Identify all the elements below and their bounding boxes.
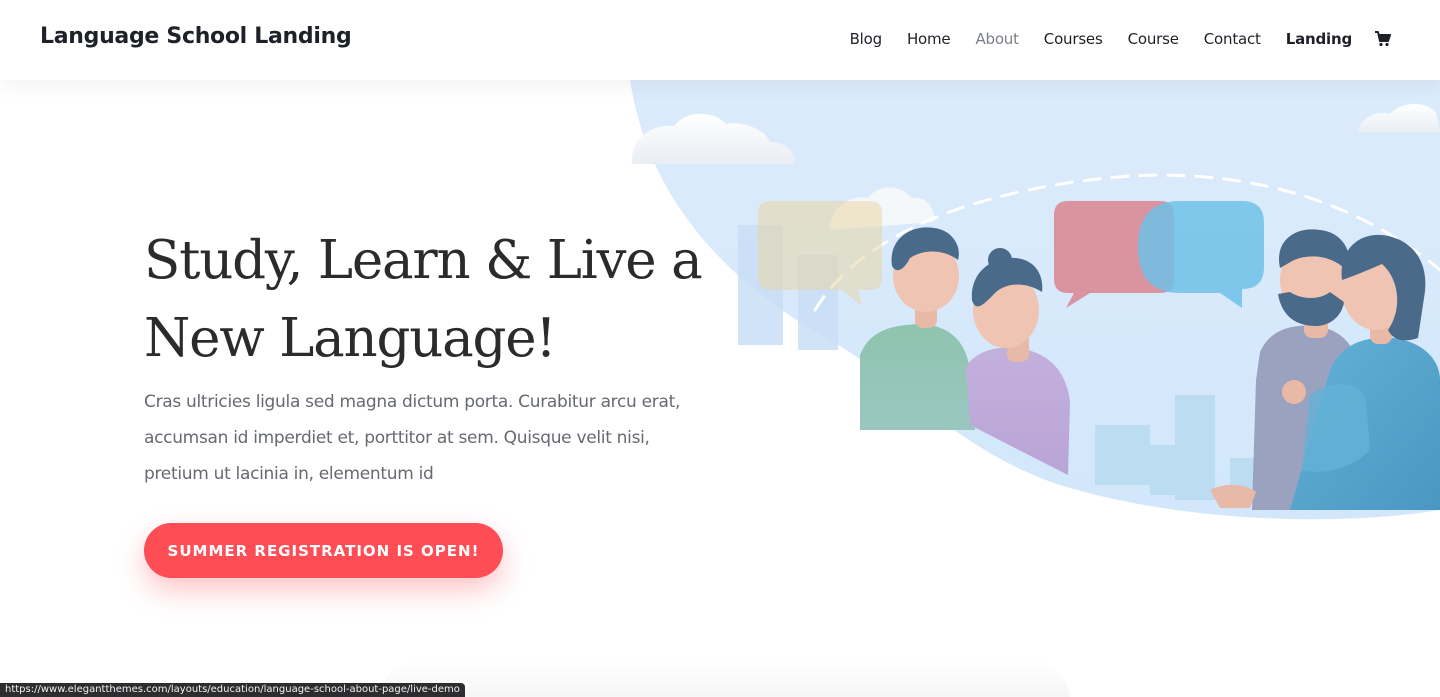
summer-registration-button[interactable]: SUMMER REGISTRATION IS OPEN! (144, 523, 503, 578)
nav-item-courses[interactable]: Courses (1044, 30, 1103, 48)
next-section-shadow (380, 660, 1070, 697)
main-nav: Blog Home About Courses Course Contact L… (825, 30, 1392, 48)
site-logo[interactable]: Language School Landing (40, 24, 352, 49)
people-chatting-illustration (630, 80, 1440, 520)
nav-item-contact[interactable]: Contact (1204, 30, 1261, 48)
hero-title: Study, Learn & Live a New Language! (144, 230, 703, 369)
nav-item-course[interactable]: Course (1128, 30, 1179, 48)
nav-item-landing[interactable]: Landing (1286, 30, 1352, 48)
browser-status-bar: https://www.elegantthemes.com/layouts/ed… (0, 683, 465, 697)
hero-description: Cras ultricies ligula sed magna dictum p… (144, 392, 681, 484)
nav-item-home[interactable]: Home (907, 30, 951, 48)
shopping-cart-icon[interactable] (1374, 30, 1392, 48)
nav-item-about[interactable]: About (975, 30, 1019, 48)
nav-item-blog[interactable]: Blog (850, 30, 883, 48)
site-header: Language School Landing Blog Home About … (0, 0, 1440, 80)
